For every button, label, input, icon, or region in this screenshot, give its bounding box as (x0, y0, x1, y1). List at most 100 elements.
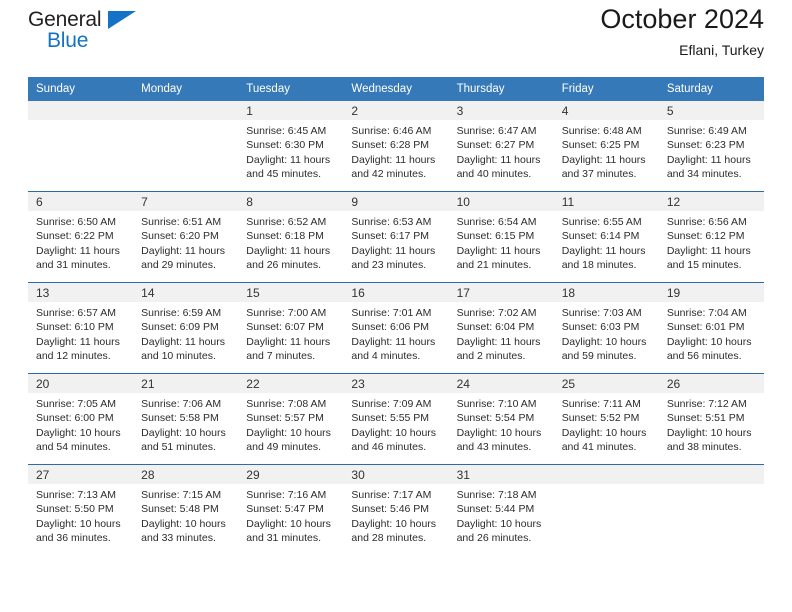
calendar-day-cell[interactable]: 11 Sunrise: 6:55 AM Sunset: 6:14 PM Dayligh… (553, 191, 659, 283)
day-sun-info: Sunrise: 6:50 AM Sunset: 6:22 PM Daylight:… (28, 211, 133, 273)
calendar-day-cell[interactable]: 19 Sunrise: 7:04 AM Sunset: 6:01 PM Dayligh… (658, 282, 764, 374)
daylight-duration-line1: Daylight: 11 hours (36, 244, 120, 257)
calendar-day-cell[interactable]: 15 Sunrise: 7:00 AM Sunset: 6:07 PM Dayligh… (238, 282, 344, 374)
daylight-duration-line1: Daylight: 11 hours (561, 153, 646, 166)
day-sun-info: Sunrise: 7:16 AM Sunset: 5:47 PM Daylight:… (238, 484, 343, 546)
sunrise-time: Sunrise: 6:57 AM (36, 307, 116, 319)
daylight-duration-line2: and 41 minutes. (561, 441, 637, 454)
daylight-duration-line1: Daylight: 11 hours (246, 244, 331, 257)
sunset-time: Sunset: 6:22 PM (36, 230, 114, 243)
calendar-day-cell[interactable]: 22 Sunrise: 7:08 AM Sunset: 5:57 PM Dayligh… (238, 373, 344, 465)
day-sun-info: Sunrise: 7:08 AM Sunset: 5:57 PM Daylight:… (238, 393, 343, 455)
sunset-time: Sunset: 5:54 PM (456, 412, 535, 425)
calendar-day-cell[interactable]: 10 Sunrise: 6:54 AM Sunset: 6:15 PM Dayligh… (448, 191, 554, 283)
day-number: 8 (238, 192, 344, 211)
calendar-day-cell[interactable]: 28 Sunrise: 7:15 AM Sunset: 5:48 PM Dayligh… (133, 464, 239, 555)
sunrise-time: Sunrise: 6:46 AM (351, 125, 432, 137)
day-cell-content: 2 Sunrise: 6:46 AM Sunset: 6:28 PM Daylight… (343, 101, 449, 191)
daylight-duration-line1: Daylight: 10 hours (666, 426, 752, 439)
sunrise-time: Sunrise: 6:56 AM (666, 216, 747, 228)
sunset-time: Sunset: 6:18 PM (246, 230, 324, 243)
calendar-day-cell[interactable]: 24 Sunrise: 7:10 AM Sunset: 5:54 PM Dayligh… (448, 373, 554, 465)
day-cell-content: 5 Sunrise: 6:49 AM Sunset: 6:23 PM Daylight… (658, 101, 764, 191)
day-sun-info: Sunrise: 7:00 AM Sunset: 6:07 PM Daylight:… (238, 302, 343, 364)
day-number: 29 (238, 465, 344, 484)
day-number: 26 (658, 374, 764, 393)
sunrise-time: Sunrise: 6:48 AM (561, 125, 642, 137)
calendar-day-cell[interactable]: 31 Sunrise: 7:18 AM Sunset: 5:44 PM Dayligh… (448, 464, 554, 555)
day-number (28, 101, 134, 120)
day-sun-info: Sunrise: 6:48 AM Sunset: 6:25 PM Daylight:… (554, 120, 659, 182)
sunset-time: Sunset: 6:14 PM (561, 230, 640, 243)
daylight-duration-line1: Daylight: 11 hours (456, 335, 541, 348)
day-number: 24 (448, 374, 554, 393)
sunset-time: Sunset: 6:10 PM (36, 321, 114, 334)
day-sun-info: Sunrise: 7:03 AM Sunset: 6:03 PM Daylight:… (554, 302, 659, 364)
sunrise-time: Sunrise: 7:08 AM (246, 398, 327, 410)
calendar-day-cell[interactable]: 17 Sunrise: 7:02 AM Sunset: 6:04 PM Dayligh… (448, 282, 554, 374)
calendar-day-cell[interactable]: 25 Sunrise: 7:11 AM Sunset: 5:52 PM Dayligh… (553, 373, 659, 465)
day-cell-content: 26 Sunrise: 7:12 AM Sunset: 5:51 PM Dayligh… (658, 374, 764, 464)
title-block: October 2024 Eflani, Turkey (600, 2, 764, 61)
sunset-time: Sunset: 6:17 PM (351, 230, 430, 243)
daylight-duration-line2: and 12 minutes. (36, 350, 111, 363)
day-sun-info: Sunrise: 7:15 AM Sunset: 5:48 PM Daylight:… (133, 484, 238, 546)
calendar-day-cell[interactable]: 14 Sunrise: 6:59 AM Sunset: 6:09 PM Dayligh… (133, 282, 239, 374)
calendar-day-cell[interactable]: 7 Sunrise: 6:51 AM Sunset: 6:20 PM Daylight… (133, 191, 239, 283)
weekday-header-sunday: Sunday (28, 77, 134, 101)
calendar-day-cell[interactable]: 27 Sunrise: 7:13 AM Sunset: 5:50 PM Dayligh… (28, 464, 134, 555)
day-sun-info: Sunrise: 7:10 AM Sunset: 5:54 PM Daylight:… (449, 393, 554, 455)
day-cell-content: 20 Sunrise: 7:05 AM Sunset: 6:00 PM Dayligh… (28, 374, 134, 464)
sunset-time: Sunset: 5:58 PM (141, 412, 219, 425)
day-sun-info: Sunrise: 6:45 AM Sunset: 6:30 PM Daylight:… (238, 120, 343, 182)
day-number: 16 (343, 283, 449, 302)
calendar-day-cell[interactable]: 4 Sunrise: 6:48 AM Sunset: 6:25 PM Daylight… (553, 101, 659, 192)
sunset-time: Sunset: 5:46 PM (351, 503, 430, 516)
day-sun-info: Sunrise: 7:18 AM Sunset: 5:44 PM Daylight:… (449, 484, 554, 546)
calendar-day-cell[interactable]: 23 Sunrise: 7:09 AM Sunset: 5:55 PM Dayligh… (343, 373, 449, 465)
daylight-duration-line2: and 34 minutes. (666, 168, 742, 181)
sunset-time: Sunset: 5:51 PM (666, 412, 745, 425)
day-sun-info: Sunrise: 7:12 AM Sunset: 5:51 PM Daylight:… (659, 393, 764, 455)
day-number: 17 (448, 283, 554, 302)
calendar-day-cell[interactable]: 3 Sunrise: 6:47 AM Sunset: 6:27 PM Daylight… (448, 101, 554, 192)
calendar-day-cell[interactable]: 29 Sunrise: 7:16 AM Sunset: 5:47 PM Dayligh… (238, 464, 344, 555)
calendar-day-cell[interactable]: 1 Sunrise: 6:45 AM Sunset: 6:30 PM Daylight… (238, 101, 344, 192)
calendar-week-row: 13 Sunrise: 6:57 AM Sunset: 6:10 PM Dayligh… (28, 282, 764, 374)
calendar-day-cell[interactable]: 8 Sunrise: 6:52 AM Sunset: 6:18 PM Daylight… (238, 191, 344, 283)
daylight-duration-line1: Daylight: 11 hours (561, 244, 646, 257)
sunset-time: Sunset: 5:52 PM (561, 412, 640, 425)
calendar-day-cell[interactable]: 6 Sunrise: 6:50 AM Sunset: 6:22 PM Daylight… (28, 191, 134, 283)
calendar-week-row: 1 Sunrise: 6:45 AM Sunset: 6:30 PM Daylight… (28, 101, 764, 192)
day-number: 13 (28, 283, 134, 302)
calendar-day-cell[interactable]: 20 Sunrise: 7:05 AM Sunset: 6:00 PM Dayligh… (28, 373, 134, 465)
calendar-day-cell[interactable]: 9 Sunrise: 6:53 AM Sunset: 6:17 PM Daylight… (343, 191, 449, 283)
calendar-week-row: 20 Sunrise: 7:05 AM Sunset: 6:00 PM Dayligh… (28, 373, 764, 465)
calendar-day-cell[interactable]: 30 Sunrise: 7:17 AM Sunset: 5:46 PM Dayligh… (343, 464, 449, 555)
day-cell-content: 7 Sunrise: 6:51 AM Sunset: 6:20 PM Daylight… (133, 192, 239, 282)
calendar-day-cell[interactable]: 18 Sunrise: 7:03 AM Sunset: 6:03 PM Dayligh… (553, 282, 659, 374)
daylight-duration-line1: Daylight: 11 hours (141, 335, 225, 348)
calendar-day-cell[interactable]: 5 Sunrise: 6:49 AM Sunset: 6:23 PM Daylight… (658, 101, 764, 192)
sunrise-time: Sunrise: 6:45 AM (246, 125, 327, 137)
calendar-day-cell[interactable]: 13 Sunrise: 6:57 AM Sunset: 6:10 PM Dayligh… (28, 282, 134, 374)
calendar-day-cell[interactable]: 26 Sunrise: 7:12 AM Sunset: 5:51 PM Dayligh… (658, 373, 764, 465)
calendar-day-cell[interactable]: 12 Sunrise: 6:56 AM Sunset: 6:12 PM Dayligh… (658, 191, 764, 283)
daylight-duration-line1: Daylight: 11 hours (246, 335, 331, 348)
calendar-day-cell[interactable]: 21 Sunrise: 7:06 AM Sunset: 5:58 PM Dayligh… (133, 373, 239, 465)
day-sun-info: Sunrise: 6:55 AM Sunset: 6:14 PM Daylight:… (554, 211, 659, 273)
sunrise-time: Sunrise: 7:01 AM (351, 307, 432, 319)
weekday-header-thursday: Thursday (448, 77, 554, 101)
day-cell-content: 30 Sunrise: 7:17 AM Sunset: 5:46 PM Dayligh… (343, 465, 449, 555)
daylight-duration-line1: Daylight: 10 hours (141, 426, 226, 439)
daylight-duration-line2: and 46 minutes. (351, 441, 427, 454)
sunrise-time: Sunrise: 7:09 AM (351, 398, 432, 410)
sunrise-time: Sunrise: 7:13 AM (36, 489, 116, 501)
daylight-duration-line1: Daylight: 10 hours (666, 335, 752, 348)
daylight-duration-line2: and 40 minutes. (456, 168, 532, 181)
daylight-duration-line1: Daylight: 10 hours (351, 426, 437, 439)
calendar-day-cell[interactable]: 16 Sunrise: 7:01 AM Sunset: 6:06 PM Dayligh… (343, 282, 449, 374)
sunset-time: Sunset: 6:25 PM (561, 139, 640, 152)
calendar-day-cell[interactable]: 2 Sunrise: 6:46 AM Sunset: 6:28 PM Daylight… (343, 101, 449, 192)
page-title: October 2024 (600, 4, 764, 34)
